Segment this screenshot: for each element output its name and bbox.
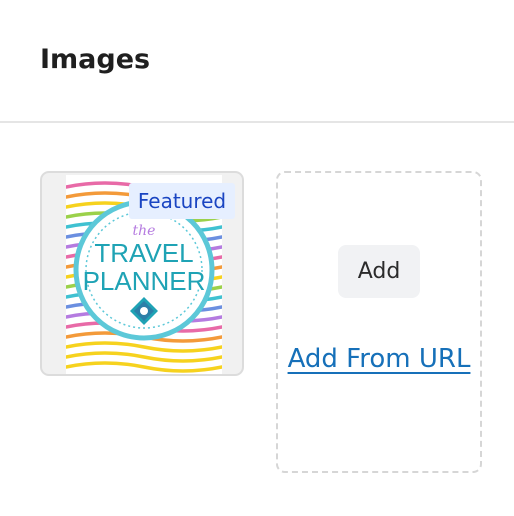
add-image-dropzone[interactable] <box>276 171 482 473</box>
featured-badge: Featured <box>129 183 235 219</box>
section-title: Images <box>40 44 151 75</box>
add-from-url-link[interactable]: Add From URL <box>276 341 482 377</box>
cover-text-travel: TRAVEL <box>94 238 193 268</box>
cover-text-planner: PLANNER <box>83 266 206 296</box>
images-section-header: Images <box>0 0 514 123</box>
add-image-button[interactable]: Add <box>338 245 420 298</box>
cover-text-the: the <box>133 223 156 239</box>
